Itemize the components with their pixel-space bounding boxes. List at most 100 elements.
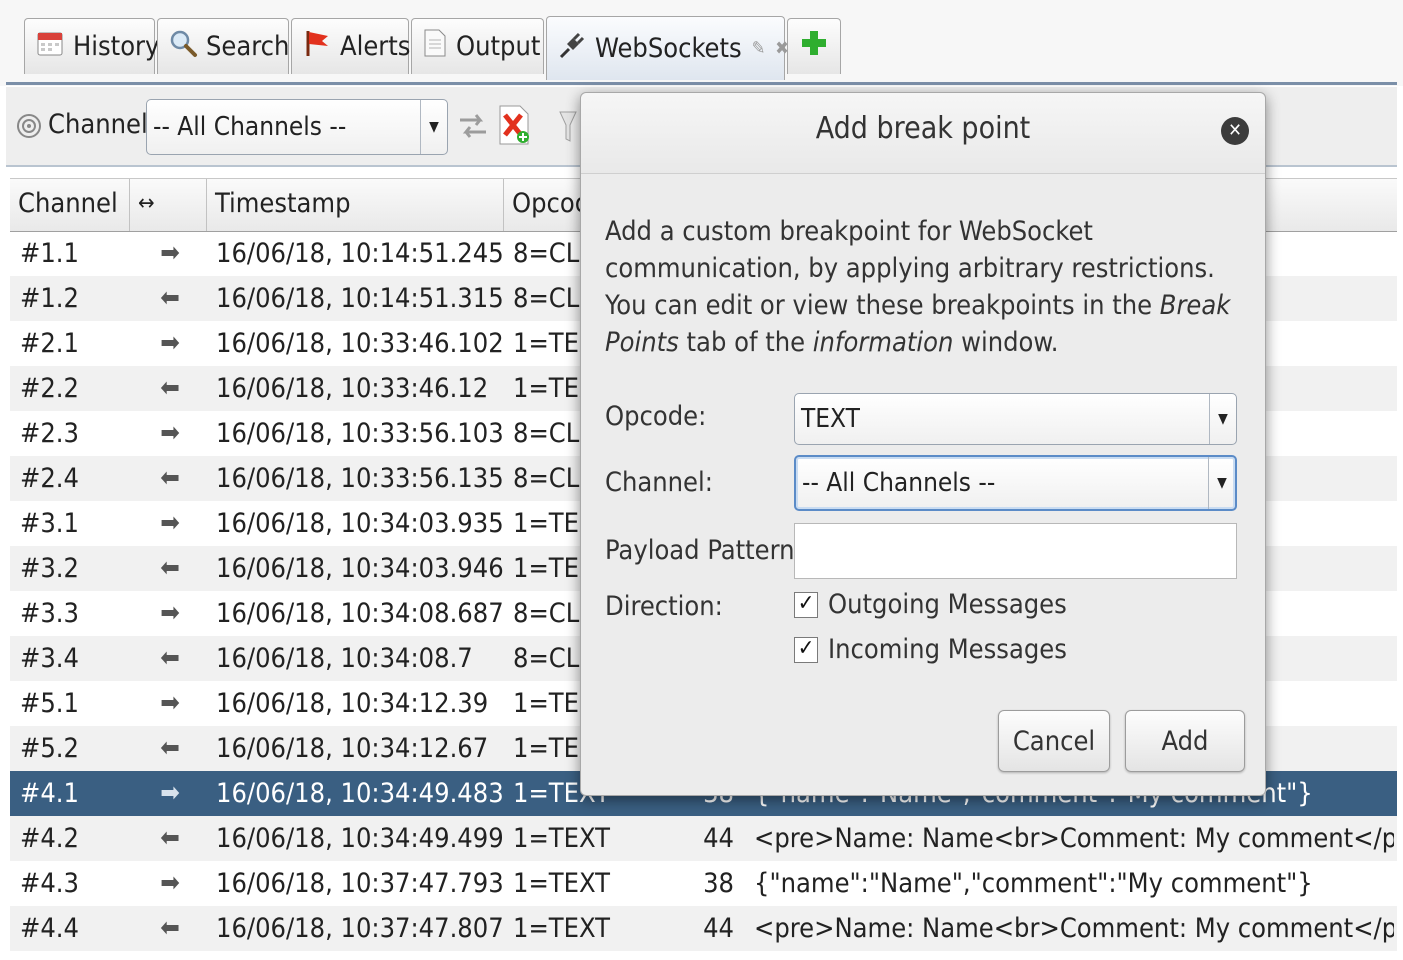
tab-output[interactable]: Output: [411, 18, 544, 74]
add-breakpoint-dialog: Add break point ✕ Add a custom breakpoin…: [580, 92, 1266, 796]
opcode-label: Opcode:: [605, 401, 707, 432]
incoming-messages-checkbox[interactable]: ✓ Incoming Messages: [794, 634, 1067, 665]
arrow-right-icon: ➡: [160, 418, 180, 448]
tab-label: Alerts: [340, 31, 411, 62]
channel-label: Channel:: [48, 109, 156, 140]
payload-pattern-input[interactable]: [794, 523, 1237, 579]
channel-cell: #3.1: [20, 508, 79, 539]
timestamp-cell: 16/06/18, 10:34:12.67: [216, 733, 489, 764]
payload-pattern-label: Payload Pattern:: [605, 535, 803, 566]
opcode-cell: 1=TEXT: [513, 913, 610, 944]
plug-icon: [557, 30, 587, 67]
channel-select[interactable]: -- All Channels -- ▼: [146, 99, 448, 155]
channel-cell: #4.4: [20, 913, 79, 944]
add-button[interactable]: Add: [1125, 710, 1245, 772]
arrow-left-icon: ⬅: [160, 913, 180, 943]
pin-icon[interactable]: ✎: [752, 38, 766, 59]
timestamp-cell: 16/06/18, 10:14:51.245: [216, 238, 504, 269]
cancel-button[interactable]: Cancel: [998, 710, 1110, 772]
channel-cell: #1.2: [20, 283, 79, 314]
tab-label: History: [73, 31, 160, 62]
tab-history[interactable]: History: [24, 18, 159, 74]
incoming-messages-label: Incoming Messages: [828, 634, 1067, 665]
length-cell: 44: [703, 823, 734, 854]
timestamp-cell: 16/06/18, 10:34:03.935: [216, 508, 504, 539]
tab-strip: History Search Alerts Output WebSockets …: [0, 0, 1403, 86]
channel-cell: #2.3: [20, 418, 79, 449]
arrow-right-icon: ➡: [160, 598, 180, 628]
timestamp-cell: 16/06/18, 10:34:03.946: [216, 553, 504, 584]
timestamp-cell: 16/06/18, 10:34:49.499: [216, 823, 504, 854]
arrow-left-icon: ⬅: [160, 553, 180, 583]
tab-websockets[interactable]: WebSockets ✎ ✖: [546, 16, 789, 80]
tab-label: WebSockets: [595, 33, 742, 64]
channel-cell: #1.1: [20, 238, 79, 269]
dialog-title: Add break point: [815, 111, 1031, 146]
channel-cell: #2.2: [20, 373, 79, 404]
filter-icon[interactable]: [558, 109, 578, 149]
checkbox-checked-icon[interactable]: ✓: [794, 591, 818, 618]
document-icon: [422, 28, 448, 65]
tab-label: Output: [456, 31, 541, 62]
arrow-left-icon: ⬅: [160, 823, 180, 853]
opcode-cell: 1=TEXT: [513, 868, 610, 899]
channel-cell: #5.2: [20, 733, 79, 764]
chevron-down-icon: ▼: [1209, 394, 1236, 444]
column-header-timestamp[interactable]: Timestamp: [207, 179, 504, 231]
tab-search[interactable]: Search: [157, 18, 289, 74]
calendar-icon: [35, 28, 65, 65]
outgoing-messages-label: Outgoing Messages: [828, 589, 1067, 620]
timestamp-cell: 16/06/18, 10:37:47.793: [216, 868, 504, 899]
channel-cell: #4.1: [20, 778, 79, 809]
timestamp-cell: 16/06/18, 10:33:56.135: [216, 463, 504, 494]
length-cell: 38: [703, 868, 734, 899]
clear-filter-icon[interactable]: [496, 103, 532, 151]
arrow-left-icon: ⬅: [160, 373, 180, 403]
payload-cell: <pre>Name: Name<br>Comment: My comment</…: [754, 823, 1394, 854]
channel-cell: #3.3: [20, 598, 79, 629]
channel-cell: #4.2: [20, 823, 79, 854]
dialog-close-icon[interactable]: ✕: [1221, 117, 1249, 145]
arrow-right-icon: ➡: [160, 238, 180, 268]
column-header-channel[interactable]: Channel: [10, 179, 130, 231]
channel-cell: #2.1: [20, 328, 79, 359]
arrow-left-icon: ⬅: [160, 283, 180, 313]
outgoing-messages-checkbox[interactable]: ✓ Outgoing Messages: [794, 589, 1067, 620]
column-header-direction[interactable]: ↔: [130, 179, 207, 231]
timestamp-cell: 16/06/18, 10:14:51.315: [216, 283, 504, 314]
dialog-header: Add break point ✕: [581, 93, 1265, 174]
arrow-right-icon: ➡: [160, 508, 180, 538]
dialog-channel-select-value: -- All Channels --: [802, 468, 996, 498]
channel-cell: #3.2: [20, 553, 79, 584]
magnifier-icon: [168, 28, 198, 65]
channel-cell: #5.1: [20, 688, 79, 719]
table-row[interactable]: #4.4 ⬅ 16/06/18, 10:37:47.807 1=TEXT 44 <pre>…: [10, 906, 1397, 951]
opcode-select[interactable]: TEXT ▼: [794, 393, 1237, 445]
timestamp-cell: 16/06/18, 10:34:08.687: [216, 598, 504, 629]
dialog-description: Add a custom breakpoint for WebSocket co…: [605, 213, 1245, 361]
timestamp-cell: 16/06/18, 10:33:46.12: [216, 373, 489, 404]
timestamp-cell: 16/06/18, 10:37:47.807: [216, 913, 504, 944]
tab-baseline: [6, 82, 1397, 85]
length-cell: 44: [703, 913, 734, 944]
payload-cell: {"name":"Name","comment":"My comment"}: [754, 868, 1313, 899]
tab-alerts[interactable]: Alerts: [291, 18, 411, 74]
chevron-down-icon: ▼: [420, 100, 447, 154]
description-emphasis: information: [812, 327, 954, 358]
timestamp-cell: 16/06/18, 10:33:46.102: [216, 328, 504, 359]
table-row[interactable]: #4.2 ⬅ 16/06/18, 10:34:49.499 1=TEXT 44 <pre>…: [10, 816, 1397, 861]
add-tab-button[interactable]: [787, 18, 841, 74]
channel-field-label: Channel:: [605, 467, 713, 498]
dialog-channel-select[interactable]: -- All Channels -- ▼: [794, 455, 1237, 511]
checkbox-checked-icon[interactable]: ✓: [794, 636, 818, 663]
plus-icon: [799, 28, 829, 65]
table-row[interactable]: #4.3 ➡ 16/06/18, 10:37:47.793 1=TEXT 38 {"nam…: [10, 861, 1397, 906]
description-text: Add a custom breakpoint for WebSocket co…: [605, 216, 1215, 321]
arrow-right-icon: ➡: [160, 868, 180, 898]
timestamp-cell: 16/06/18, 10:34:49.483: [216, 778, 504, 809]
swap-arrows-icon[interactable]: [458, 109, 488, 147]
arrow-left-icon: ⬅: [160, 733, 180, 763]
arrow-left-icon: ⬅: [160, 643, 180, 673]
tab-label: Search: [206, 31, 290, 62]
opcode-select-value: TEXT: [801, 404, 860, 434]
